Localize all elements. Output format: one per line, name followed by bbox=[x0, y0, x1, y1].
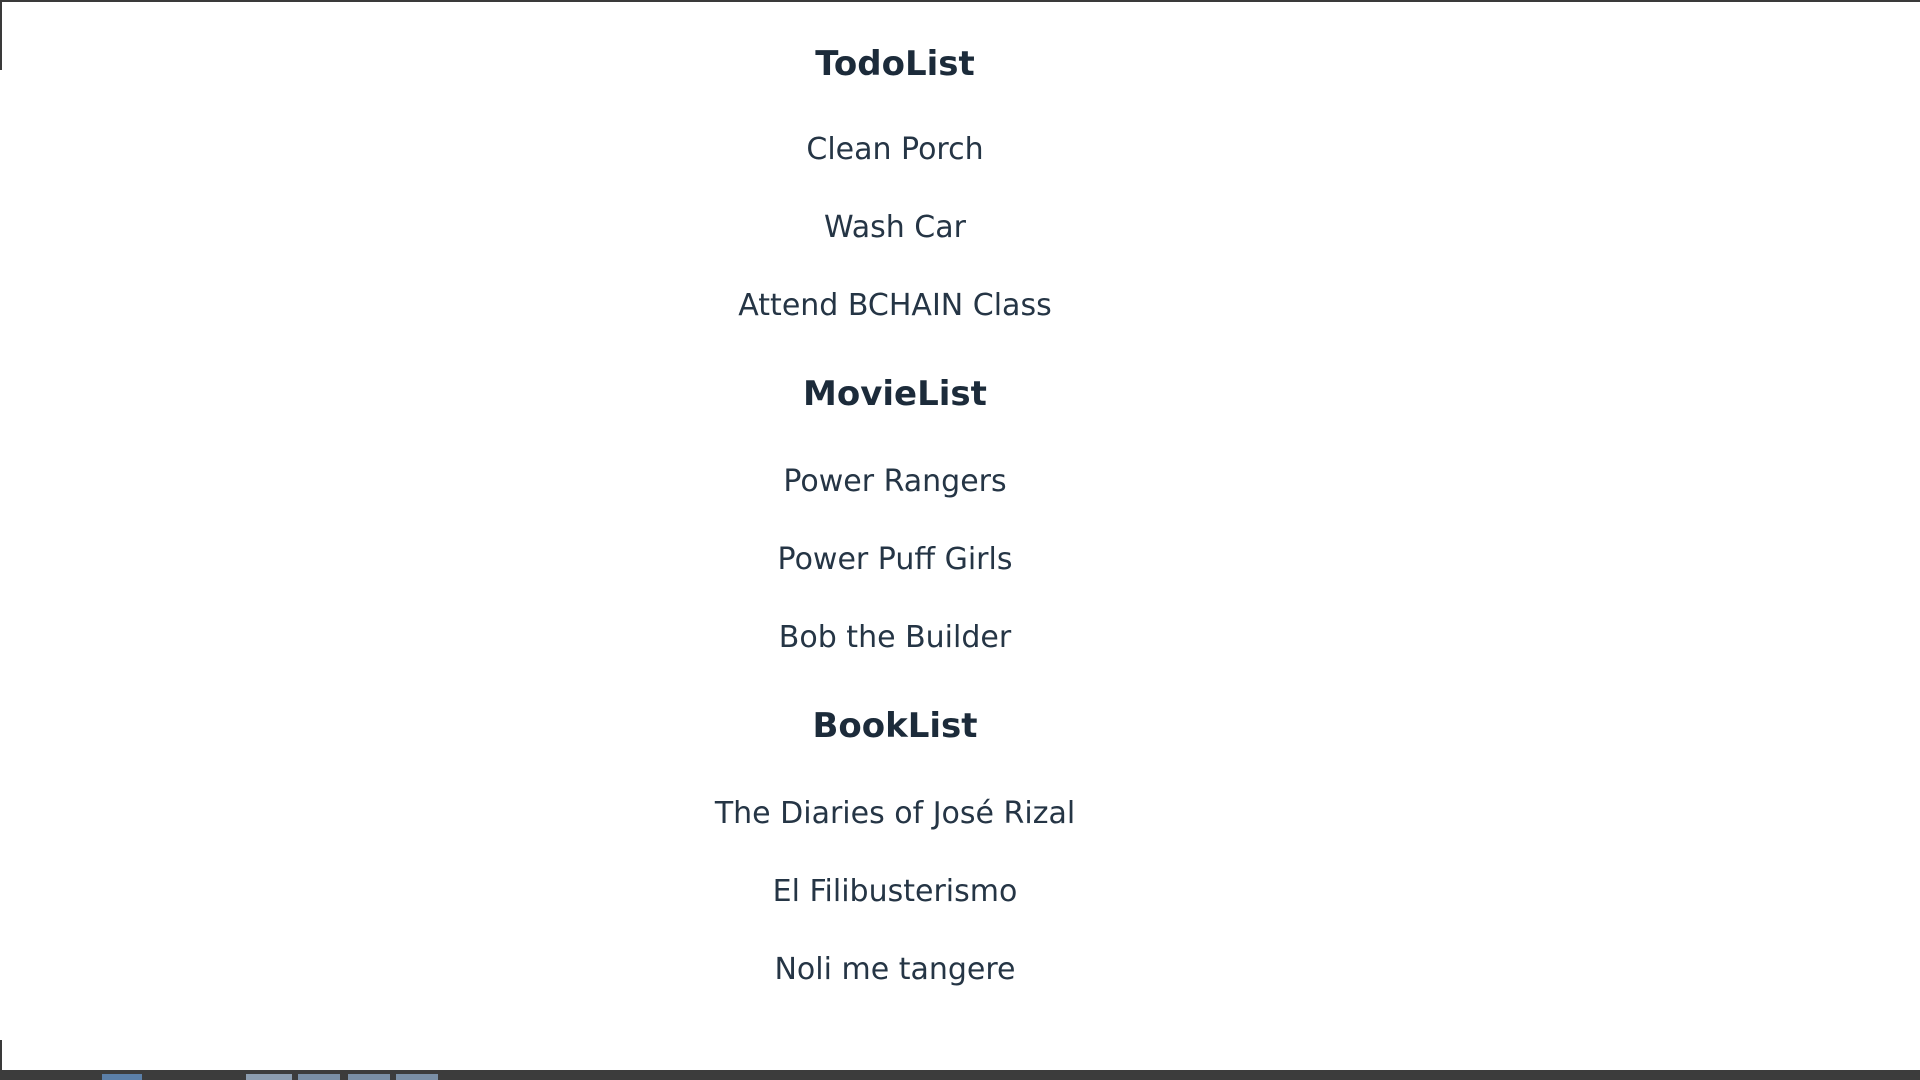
todo-list-item: Clean Porch bbox=[806, 132, 984, 167]
taskbar-app-button[interactable] bbox=[298, 1074, 340, 1080]
window-left-edge-lower bbox=[0, 1040, 2, 1070]
taskbar bbox=[0, 1070, 1920, 1080]
book-list-item: The Diaries of José Rizal bbox=[714, 796, 1076, 831]
taskbar-app-button[interactable] bbox=[396, 1074, 438, 1080]
taskbar-app-button[interactable] bbox=[246, 1074, 292, 1080]
system-tray[interactable] bbox=[1852, 1070, 1912, 1080]
book-list-heading: BookList bbox=[812, 706, 978, 746]
book-list-item: El Filibusterismo bbox=[772, 874, 1018, 909]
todo-list-heading: TodoList bbox=[815, 44, 975, 84]
movie-list-item: Power Rangers bbox=[783, 464, 1007, 499]
todo-list-item: Wash Car bbox=[824, 210, 966, 245]
movie-list-item: Power Puff Girls bbox=[777, 542, 1013, 577]
start-button[interactable] bbox=[102, 1074, 142, 1080]
window-top-border bbox=[0, 0, 1920, 2]
taskbar-app-button[interactable] bbox=[348, 1074, 390, 1080]
todo-list-item: Attend BCHAIN Class bbox=[738, 288, 1052, 323]
book-list-item: Noli me tangere bbox=[774, 952, 1016, 987]
movie-list-heading: MovieList bbox=[803, 374, 987, 414]
movie-list-item: Bob the Builder bbox=[778, 620, 1012, 655]
